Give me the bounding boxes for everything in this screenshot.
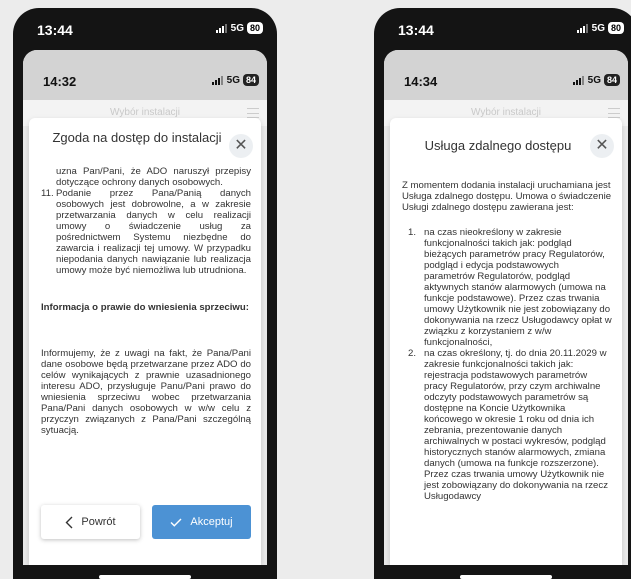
accept-button-label: Akceptuj <box>190 516 233 528</box>
section-text: Informujemy, że z uwagi na fakt, że Pana… <box>41 348 251 436</box>
battery-icon: 80 <box>607 22 624 34</box>
modal-body: Z momentem dodania instalacji uruchamian… <box>402 180 612 565</box>
list-item-number: 1. <box>407 227 416 238</box>
left-phone: 13:44 5G 80 14:32 5G 84 Wybór instalacji… <box>13 8 277 579</box>
outer-status-bar: 13:44 5G 80 <box>13 8 277 52</box>
network-type: 5G <box>230 22 244 34</box>
outer-signal-group: 5G 80 <box>215 22 263 34</box>
button-row: Powrót Akceptuj <box>41 505 251 539</box>
battery-icon: 84 <box>242 74 259 86</box>
signal-icon <box>211 75 224 85</box>
item-10-fragment: uzna Pan/Pani, że ADO naruszył przepisy … <box>56 166 251 188</box>
inner-status-bar: 14:32 5G 84 <box>23 50 267 100</box>
close-button[interactable]: ✕ <box>229 134 253 158</box>
signal-icon <box>215 23 228 33</box>
modal-title: Zgoda na dostęp do instalacji <box>52 130 222 145</box>
right-phone: 13:44 5G 80 14:34 5G 84 Wybór instalacji… <box>374 8 631 579</box>
list-item: 11. Podanie przez Pana/Panią danych osob… <box>41 188 251 276</box>
terms-list: 1. na czas nieokreślony w zakresie funkc… <box>402 227 612 502</box>
home-indicator <box>460 575 552 579</box>
outer-time: 13:44 <box>398 22 434 38</box>
inner-status-bar: 14:34 5G 84 <box>384 50 628 100</box>
list-item: 2. na czas określony, tj. do dnia 20.11.… <box>402 348 612 502</box>
outer-status-bar: 13:44 5G 80 <box>374 8 631 52</box>
network-type: 5G <box>591 22 605 34</box>
menu-icon[interactable] <box>247 108 259 118</box>
list-item-text: Podanie przez Pana/Panią danych osobowyc… <box>56 188 251 276</box>
inner-time: 14:34 <box>404 74 438 89</box>
list-item: 1. na czas nieokreślony w zakresie funkc… <box>402 227 612 348</box>
menu-icon[interactable] <box>608 108 620 118</box>
outer-time: 13:44 <box>37 22 73 38</box>
signal-icon <box>572 75 585 85</box>
accept-button[interactable]: Akceptuj <box>152 505 251 539</box>
consent-modal: Zgoda na dostęp do instalacji ✕ uzna Pan… <box>29 118 261 565</box>
inner-signal-group: 5G 84 <box>572 74 620 86</box>
inner-signal-group: 5G 84 <box>211 74 259 86</box>
outer-signal-group: 5G 80 <box>576 22 624 34</box>
list-item-text: na czas nieokreślony w zakresie funkcjon… <box>424 227 612 348</box>
back-button[interactable]: Powrót <box>41 505 140 539</box>
close-button[interactable]: ✕ <box>590 134 614 158</box>
battery-icon: 84 <box>603 74 620 86</box>
home-indicator <box>99 575 191 579</box>
checkmark-icon <box>170 518 182 527</box>
app-header-title: Wybór instalacji <box>471 107 541 118</box>
signal-icon <box>576 23 589 33</box>
app-header-title: Wybór instalacji <box>110 107 180 118</box>
inner-screen: 14:32 5G 84 Wybór instalacji Zgoda na do… <box>23 50 267 565</box>
list-item-number: 2. <box>407 348 416 359</box>
chevron-left-icon <box>65 516 73 528</box>
modal-body: uzna Pan/Pani, że ADO naruszył przepisy … <box>41 166 251 485</box>
network-type: 5G <box>587 74 601 86</box>
inner-time: 14:32 <box>43 74 77 89</box>
scroll-fade <box>402 551 612 565</box>
inner-screen: 14:34 5G 84 Wybór instalacji Usługa zdal… <box>384 50 628 565</box>
network-type: 5G <box>226 74 240 86</box>
remote-access-modal: Usługa zdalnego dostępu ✕ Z momentem dod… <box>390 118 622 565</box>
intro-text: Z momentem dodania instalacji uruchamian… <box>402 180 612 213</box>
list-item-number: 11. <box>41 188 54 199</box>
modal-title: Usługa zdalnego dostępu <box>424 138 572 153</box>
back-button-label: Powrót <box>81 516 116 528</box>
battery-icon: 80 <box>246 22 263 34</box>
list-item-text: na czas określony, tj. do dnia 20.11.202… <box>424 348 608 502</box>
section-heading: Informacja o prawie do wniesienia sprzec… <box>41 302 249 313</box>
